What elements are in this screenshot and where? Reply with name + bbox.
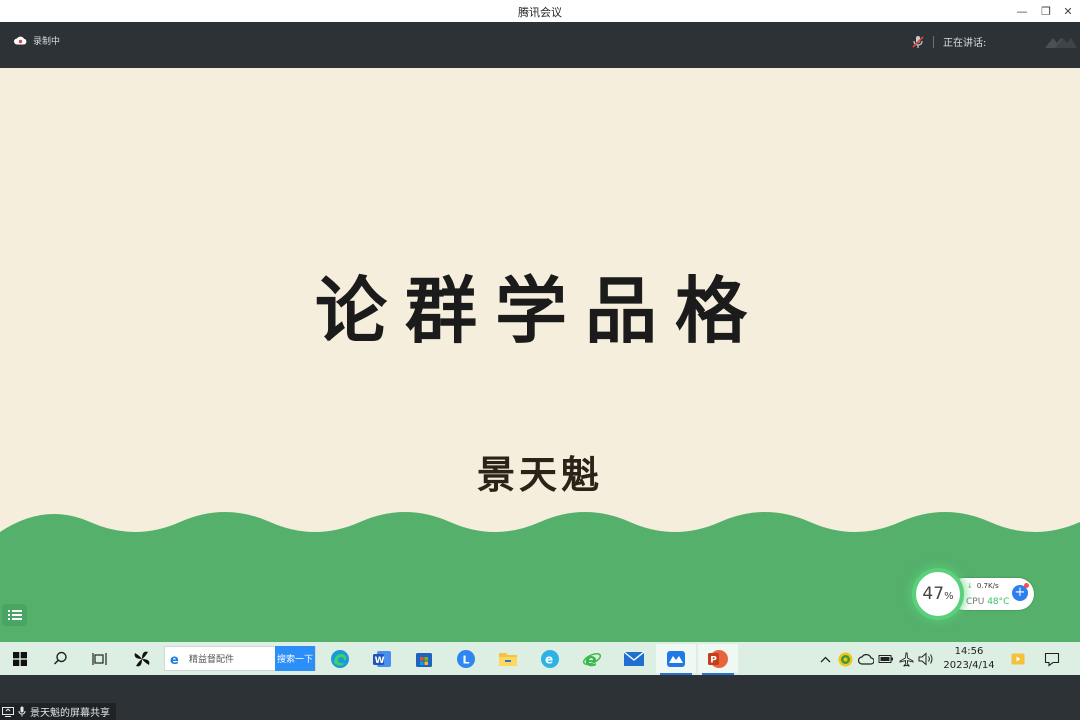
mail-icon (623, 650, 645, 666)
recording-label: 录制中 (33, 37, 61, 47)
cpu-label: CPU (966, 597, 985, 607)
action-center-button[interactable] (1044, 651, 1060, 667)
tray-security-app[interactable] (837, 651, 853, 667)
memory-percent: 47 (922, 584, 945, 604)
share-tag-label: 景天魁的屏幕共享 (30, 708, 110, 719)
percent-unit: % (944, 591, 954, 602)
show-hidden-icons-button[interactable] (817, 651, 833, 667)
taskbar-clock[interactable]: 14:56 2023/4/14 (934, 645, 1004, 673)
slide-author: 景天魁 (476, 452, 603, 497)
meeting-bottom-bar (0, 675, 1080, 720)
taskbar-app-ie[interactable]: e (572, 644, 612, 673)
search-submit-button[interactable]: 搜索一下 (275, 646, 315, 671)
store-icon (416, 652, 432, 667)
task-view-button[interactable] (80, 644, 120, 673)
security-app-icon (838, 652, 852, 666)
cloud-sync-icon (858, 654, 874, 665)
minimize-button[interactable]: — (1010, 2, 1034, 20)
taskbar-app-l[interactable]: L (446, 644, 486, 673)
svg-text:e: e (585, 650, 597, 669)
media-player-icon (1011, 653, 1025, 665)
search-box-text: 精益督配件 (189, 655, 235, 665)
taskbar-app-tencent-meeting[interactable] (656, 644, 696, 675)
ie-search-icon: e (165, 652, 187, 666)
taskbar-app-store[interactable] (404, 644, 444, 673)
start-button[interactable] (0, 644, 40, 673)
divider (933, 35, 934, 48)
taskbar-app-pinwheel[interactable] (122, 644, 162, 673)
task-view-icon (92, 652, 107, 665)
system-monitor-widget[interactable]: ↓ 0.7K/s CPU 48°C + 47% (908, 564, 1036, 624)
window-title: 腾讯会议 (518, 6, 562, 19)
tray-network-app[interactable] (858, 651, 874, 667)
mic-icon (18, 706, 26, 717)
svg-text:e: e (545, 652, 553, 666)
speaker-icon (918, 652, 933, 666)
svg-text:L: L (463, 653, 470, 666)
mic-muted-icon (912, 35, 924, 48)
cpu-readout: CPU 48°C (966, 597, 1009, 607)
screen-share-tag: 景天魁的屏幕共享 (0, 703, 116, 720)
cpu-temp: 48°C (987, 597, 1010, 607)
clock-time: 14:56 (954, 646, 984, 657)
tencent-meeting-icon (667, 650, 685, 667)
recording-indicator[interactable]: 录制中 (14, 34, 60, 47)
clock-date: 2023/4/14 (943, 660, 995, 671)
windows-taskbar: e 精益督配件 搜索一下 W L e e P 14:56 2023/4/14 (0, 642, 1080, 675)
net-speed-value: 0.7K/s (976, 582, 999, 590)
tray-battery[interactable] (878, 651, 894, 667)
memory-usage-ring[interactable]: 47% (912, 568, 964, 620)
powerpoint-icon: P (708, 649, 728, 668)
taskbar-app-edge[interactable] (320, 644, 360, 673)
tray-volume[interactable] (918, 651, 934, 667)
browser-search-box[interactable]: e 精益督配件 搜索一下 (164, 646, 316, 671)
download-arrow-icon: ↓ (967, 582, 973, 590)
taskbar-app-file-explorer[interactable] (488, 644, 528, 673)
tray-media-app[interactable] (1010, 651, 1026, 667)
windows-start-icon (13, 651, 27, 666)
airplane-icon (899, 652, 913, 667)
net-speed: ↓ 0.7K/s (967, 582, 999, 590)
tray-airplane-mode[interactable] (898, 651, 914, 667)
taskbar-app-e-browser[interactable]: e (530, 644, 570, 673)
shared-slide: 论群学品格 景天魁 ↓ 0.7K/s CPU 48°C + 47% (0, 68, 1080, 642)
taskbar-app-mail[interactable] (614, 644, 654, 673)
svg-text:e: e (170, 653, 179, 666)
slide-title: 论群学品格 (314, 268, 765, 353)
taskbar-search-button[interactable] (40, 644, 80, 673)
taskbar-app-powerpoint[interactable]: P (698, 644, 738, 675)
taskbar-app-word[interactable]: W (362, 644, 402, 673)
search-icon (53, 651, 67, 665)
screen-share-icon (2, 706, 14, 717)
chevron-up-icon (820, 656, 830, 662)
restore-button[interactable]: ❐ (1034, 2, 1058, 20)
edge-icon (331, 649, 349, 668)
notification-icon (1044, 652, 1060, 667)
svg-text:W: W (375, 656, 385, 666)
l-app-icon: L (457, 649, 475, 668)
e-browser-icon: e (541, 649, 559, 668)
window-title-bar: 腾讯会议 — ❐ ✕ (0, 0, 1080, 22)
file-explorer-icon (499, 652, 517, 666)
meeting-top-bar: 正在讲话: (0, 22, 1080, 68)
close-button[interactable]: ✕ (1056, 2, 1080, 20)
battery-icon (878, 655, 893, 663)
ie-icon: e (582, 650, 602, 669)
tencent-meeting-logo-icon (1045, 38, 1077, 48)
svg-text:P: P (710, 655, 717, 665)
cloud-record-icon (14, 36, 27, 45)
pinwheel-app-icon (134, 651, 150, 666)
speaking-label: 正在讲话: (943, 38, 987, 49)
speaking-indicator: 正在讲话: (912, 34, 986, 49)
list-icon (7, 610, 22, 620)
slide-list-button[interactable] (2, 604, 27, 626)
notification-dot (1024, 583, 1029, 588)
word-icon: W (373, 650, 391, 667)
